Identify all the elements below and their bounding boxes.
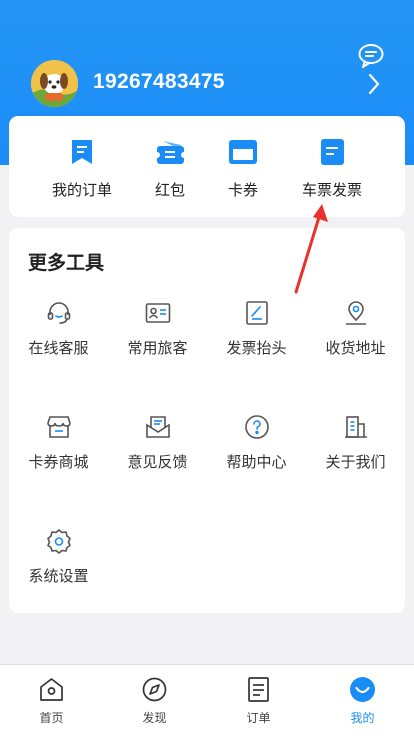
tool-invoice-title[interactable]: 发票抬头 [207, 300, 306, 380]
quick-action-coupons[interactable]: 卡券 [203, 116, 283, 217]
tool-about-us[interactable]: 关于我们 [306, 414, 405, 494]
more-tools-title: 更多工具 [28, 252, 105, 274]
tool-label: 关于我们 [325, 453, 386, 471]
ticket-invoice-icon [317, 137, 347, 167]
tool-label: 收货地址 [325, 339, 386, 357]
order-list-icon [245, 676, 272, 703]
quick-actions-card: 我的订单 红包 卡券 车票发票 [9, 116, 405, 217]
tool-label: 意见反馈 [127, 453, 188, 471]
quick-action-label: 我的订单 [51, 181, 112, 199]
tool-system-settings[interactable]: 系统设置 [9, 528, 108, 608]
tab-home[interactable]: 首页 [0, 665, 103, 736]
tool-help-center[interactable]: 帮助中心 [207, 414, 306, 494]
quick-action-red-packet[interactable]: 红包 [130, 116, 210, 217]
order-bookmark-icon [67, 137, 97, 167]
id-card-icon [145, 300, 171, 326]
tool-label: 发票抬头 [226, 339, 287, 357]
quick-action-label: 红包 [154, 181, 185, 199]
message-icon[interactable] [357, 43, 385, 69]
tab-label: 首页 [39, 711, 64, 725]
tab-label: 我的 [350, 711, 375, 725]
tool-frequent-travelers[interactable]: 常用旅客 [108, 300, 207, 380]
tool-coupon-mall[interactable]: 卡券商城 [9, 414, 108, 494]
bottom-tab-bar: 首页 发现 订单 我的 [0, 664, 414, 736]
tool-feedback[interactable]: 意见反馈 [108, 414, 207, 494]
tab-label: 发现 [142, 711, 167, 725]
quick-action-my-orders[interactable]: 我的订单 [42, 116, 122, 217]
avatar[interactable] [31, 60, 78, 107]
tool-shipping-address[interactable]: 收货地址 [306, 300, 405, 380]
headset-icon [46, 300, 72, 326]
tool-label: 常用旅客 [127, 339, 188, 357]
tool-label: 卡券商城 [28, 453, 89, 471]
gear-icon [46, 528, 72, 554]
quick-action-label: 车票发票 [301, 181, 362, 199]
tool-label: 帮助中心 [226, 453, 287, 471]
coupon-card-icon [228, 137, 258, 167]
red-packet-icon [154, 137, 187, 167]
chevron-right-icon[interactable] [366, 72, 382, 96]
tab-orders[interactable]: 订单 [207, 665, 310, 736]
invoice-edit-icon [244, 300, 270, 326]
annotation-arrow [286, 200, 336, 300]
location-pin-icon [343, 300, 369, 326]
help-icon [244, 414, 270, 440]
tab-discover[interactable]: 发现 [103, 665, 206, 736]
phone-number[interactable]: 19267483475 [93, 70, 225, 94]
home-icon [38, 676, 65, 703]
tool-online-service[interactable]: 在线客服 [9, 300, 108, 380]
profile-smile-icon [349, 676, 376, 703]
store-icon [46, 414, 72, 440]
tab-mine[interactable]: 我的 [311, 665, 414, 736]
feedback-mail-icon [145, 414, 171, 440]
tab-label: 订单 [246, 711, 271, 725]
tool-label: 在线客服 [28, 339, 89, 357]
quick-action-label: 卡券 [227, 181, 258, 199]
building-icon [343, 414, 369, 440]
tool-label: 系统设置 [28, 567, 89, 585]
more-tools-card: 更多工具 在线客服 常用旅客 发票抬头 收货地址 卡券商城 意见反馈 帮助中心 … [9, 228, 405, 613]
compass-icon [141, 676, 168, 703]
